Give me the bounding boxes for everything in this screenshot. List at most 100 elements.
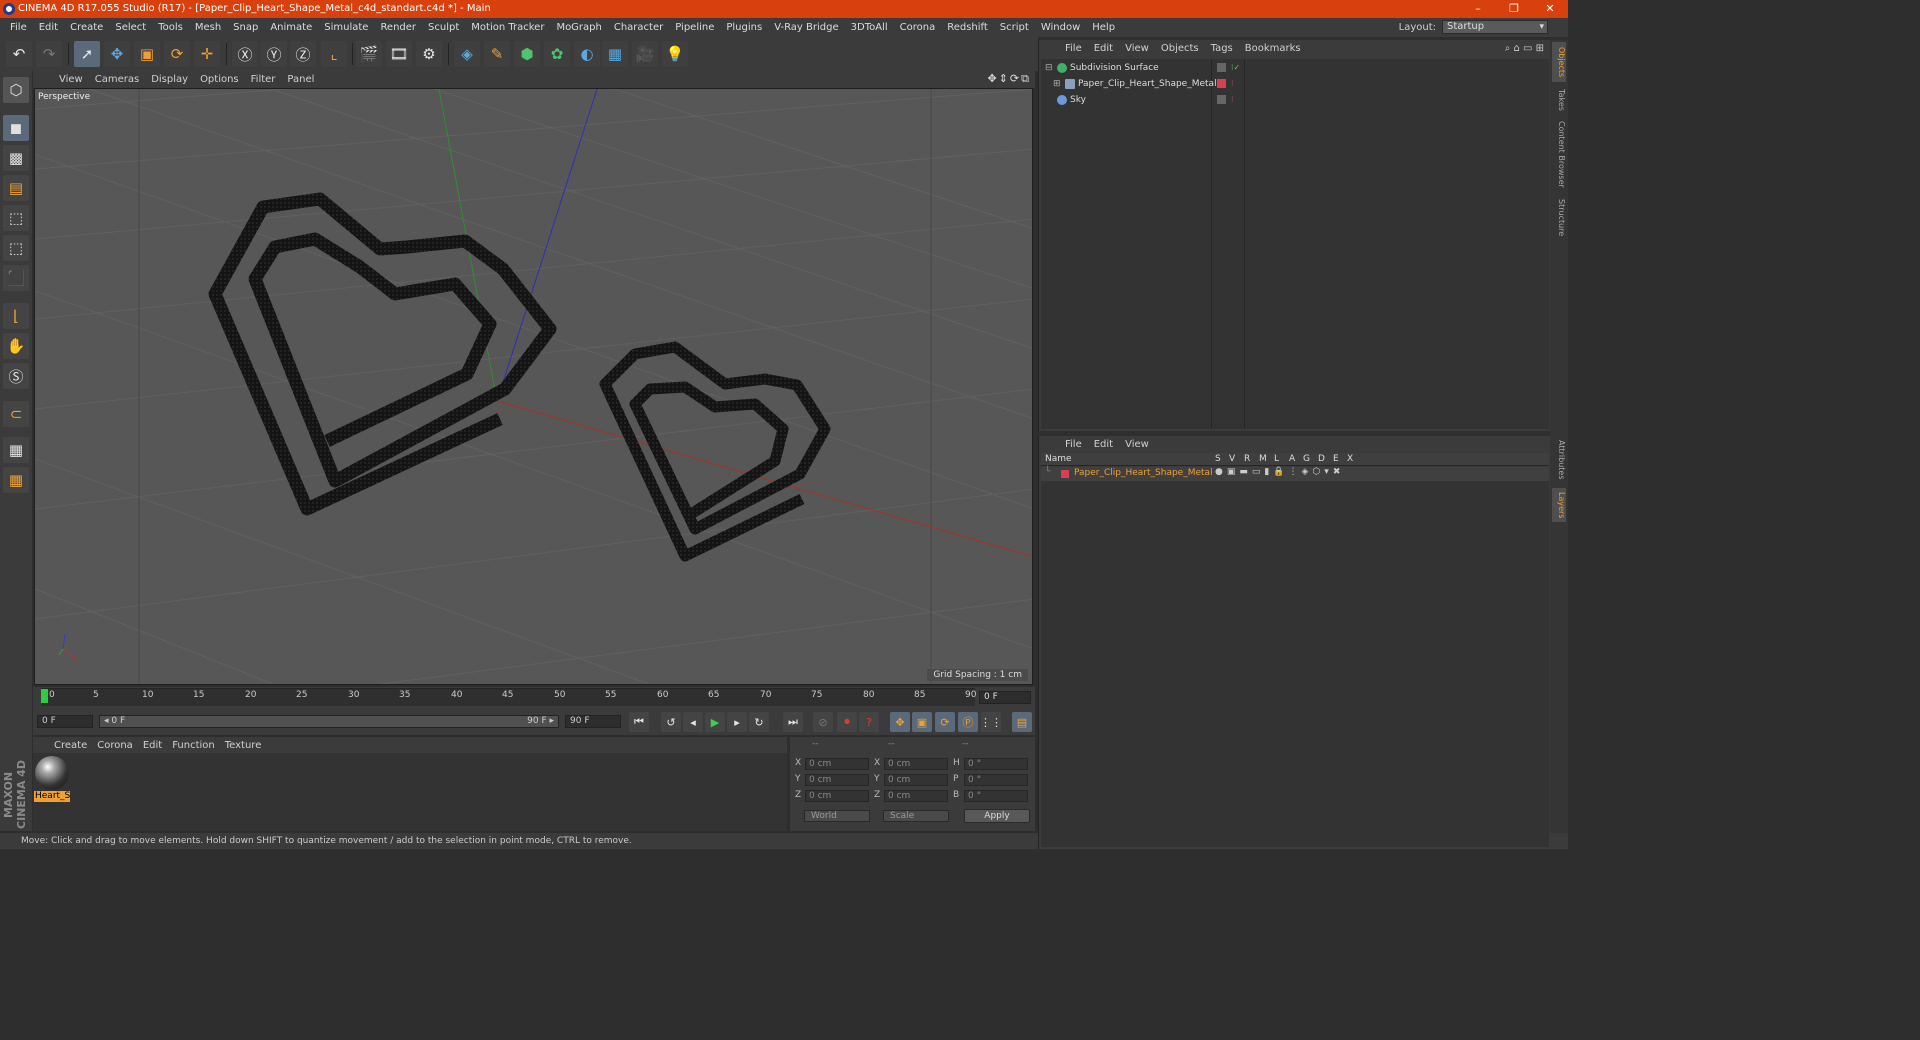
points-mode-icon[interactable]: ⬚ xyxy=(3,205,29,231)
timeline-ruler[interactable]: 0 5 10 15 20 25 30 35 40 45 50 55 60 65 … xyxy=(33,687,1035,709)
column-solo[interactable]: S xyxy=(1215,454,1221,464)
end-frame-field[interactable]: 90 F xyxy=(565,715,621,728)
play-icon[interactable]: ▶ xyxy=(705,712,725,732)
camera-icon[interactable]: 🎥 xyxy=(632,41,658,67)
workplane-lock-icon[interactable]: ▦ xyxy=(3,437,29,463)
prev-key-icon[interactable]: ↺ xyxy=(661,712,681,732)
menu-file[interactable]: File xyxy=(4,22,33,33)
x-axis-lock-icon[interactable]: Ⓧ xyxy=(232,41,258,67)
polygons-mode-icon[interactable]: ⬛ xyxy=(3,265,29,291)
z-axis-lock-icon[interactable]: Ⓩ xyxy=(290,41,316,67)
column-view[interactable]: V xyxy=(1229,454,1235,464)
viewport-menu-cameras[interactable]: Cameras xyxy=(89,74,145,85)
object-menu-edit[interactable]: Edit xyxy=(1088,43,1119,54)
material-menu-corona[interactable]: Corona xyxy=(92,740,138,751)
column-locked[interactable]: L xyxy=(1274,454,1279,464)
subdivision-surface-icon[interactable]: ⬢ xyxy=(514,41,540,67)
start-frame-field[interactable]: 0 F xyxy=(37,715,93,728)
layer-name[interactable]: Paper_Clip_Heart_Shape_Metal xyxy=(1074,468,1213,478)
timeline-track[interactable]: 0 5 10 15 20 25 30 35 40 45 50 55 60 65 … xyxy=(41,688,976,706)
tab-content-browser[interactable]: Content Browser xyxy=(1552,118,1566,190)
axis-mode-icon[interactable]: ⌊ xyxy=(3,303,29,329)
viewport-menu-options[interactable]: Options xyxy=(194,74,245,85)
timeline-window-icon[interactable]: ▤ xyxy=(1012,712,1032,732)
menu-redshift[interactable]: Redshift xyxy=(941,22,994,33)
visibility-dots-icon[interactable]: ⁝ xyxy=(1231,76,1234,92)
viewport-menu-view[interactable]: View xyxy=(53,74,89,85)
menu-select[interactable]: Select xyxy=(109,22,152,33)
object-row[interactable]: ⊟ Subdivision Surface ⁝✓ xyxy=(1041,60,1549,76)
menu-edit[interactable]: Edit xyxy=(33,22,64,33)
menu-sculpt[interactable]: Sculpt xyxy=(422,22,465,33)
live-selection-icon[interactable]: ➚ xyxy=(74,41,100,67)
coordinate-mode-dropdown[interactable]: World xyxy=(804,810,870,822)
tab-objects[interactable]: Objects xyxy=(1552,42,1566,82)
key-pla-icon[interactable]: ⋮⋮ xyxy=(980,712,1002,732)
apply-button[interactable]: Apply xyxy=(964,809,1030,823)
move-tool-icon[interactable]: ✥ xyxy=(104,41,130,67)
viewport-menu-filter[interactable]: Filter xyxy=(245,74,282,85)
frame-range-slider[interactable]: ◂ 0 F 90 F ▸ xyxy=(99,715,559,728)
cloner-icon[interactable]: ✿ xyxy=(544,41,570,67)
render-picture-viewer-icon[interactable]: 🎞 xyxy=(386,41,412,67)
menu-snap[interactable]: Snap xyxy=(227,22,264,33)
menu-character[interactable]: Character xyxy=(608,22,669,33)
menu-motion-tracker[interactable]: Motion Tracker xyxy=(465,22,550,33)
pen-spline-icon[interactable]: ✎ xyxy=(484,41,510,67)
layer-color-swatch[interactable] xyxy=(1061,470,1069,478)
object-menu-tags[interactable]: Tags xyxy=(1205,43,1239,54)
snapping-icon[interactable]: ⊂ xyxy=(3,401,29,427)
material-menu-edit[interactable]: Edit xyxy=(138,740,167,751)
position-y-field[interactable]: 0 cm xyxy=(805,774,869,786)
menu-3dtoall[interactable]: 3DToAll xyxy=(845,22,894,33)
undo-icon[interactable]: ↶ xyxy=(6,41,32,67)
layer-row[interactable]: └ Paper_Clip_Heart_Shape_Metal ●▣▬▭▮🔒⋮◈⬡… xyxy=(1041,467,1549,481)
solo-mode-icon[interactable]: Ⓢ xyxy=(3,363,29,389)
viewport-navigation-icons[interactable]: ✥⇕⟳⧉ xyxy=(987,72,1031,86)
column-manager[interactable]: M xyxy=(1259,454,1267,464)
object-manager-search-icon[interactable]: ⌕ ⌂ ▭ ⊞ xyxy=(1505,43,1544,54)
material-menu-create[interactable]: Create xyxy=(49,740,92,751)
close-button[interactable]: ✕ xyxy=(1532,0,1568,18)
texture-mode-icon[interactable]: ▩ xyxy=(3,145,29,171)
prev-frame-icon[interactable]: ◂ xyxy=(683,712,703,732)
make-editable-icon[interactable]: ⬡ xyxy=(3,77,29,103)
column-render[interactable]: R xyxy=(1244,454,1250,464)
tweak-mode-icon[interactable]: ✋ xyxy=(3,333,29,359)
cube-object-icon[interactable]: ◈ xyxy=(454,41,480,67)
next-key-icon[interactable]: ↻ xyxy=(749,712,769,732)
object-name[interactable]: Paper_Clip_Heart_Shape_Metal xyxy=(1078,76,1217,92)
position-z-field[interactable]: 0 cm xyxy=(805,790,869,802)
transform-tool-icon[interactable]: ✛ xyxy=(194,41,220,67)
key-parameter-icon[interactable]: Ⓟ xyxy=(958,712,978,732)
column-deformers[interactable]: D xyxy=(1318,454,1325,464)
viewport-menu-panel[interactable]: Panel xyxy=(281,74,320,85)
rotate-tool-icon[interactable]: ⟳ xyxy=(164,41,190,67)
layout-dropdown[interactable]: Startup xyxy=(1442,20,1548,34)
rotation-b-field[interactable]: 0 ° xyxy=(964,790,1028,802)
column-name[interactable]: Name xyxy=(1045,454,1072,464)
material-preview[interactable] xyxy=(35,756,69,790)
key-scale-icon[interactable]: ▣ xyxy=(912,712,932,732)
menu-script[interactable]: Script xyxy=(994,22,1035,33)
size-mode-dropdown[interactable]: Scale xyxy=(883,810,949,822)
size-y-field[interactable]: 0 cm xyxy=(884,774,948,786)
menu-mograph[interactable]: MoGraph xyxy=(550,22,607,33)
layer-tag-icon[interactable] xyxy=(1217,95,1226,104)
playhead[interactable] xyxy=(41,689,48,703)
menu-mesh[interactable]: Mesh xyxy=(189,22,227,33)
object-row[interactable]: Sky ⁝ xyxy=(1041,92,1549,108)
column-generators[interactable]: G xyxy=(1303,454,1310,464)
tab-takes[interactable]: Takes xyxy=(1552,86,1566,114)
record-keys-icon[interactable]: ⊘ xyxy=(813,712,833,732)
material-menu-texture[interactable]: Texture xyxy=(220,740,267,751)
rotation-p-field[interactable]: 0 ° xyxy=(964,774,1028,786)
position-x-field[interactable]: 0 cm xyxy=(805,758,869,770)
key-position-icon[interactable]: ✥ xyxy=(890,712,910,732)
object-menu-file[interactable]: File xyxy=(1059,43,1088,54)
material-name[interactable]: Heart_Sl xyxy=(34,791,70,802)
layer-menu-edit[interactable]: Edit xyxy=(1088,439,1119,450)
menu-tools[interactable]: Tools xyxy=(152,22,189,33)
object-menu-bookmarks[interactable]: Bookmarks xyxy=(1239,43,1307,54)
edges-mode-icon[interactable]: ⬚ xyxy=(3,235,29,261)
